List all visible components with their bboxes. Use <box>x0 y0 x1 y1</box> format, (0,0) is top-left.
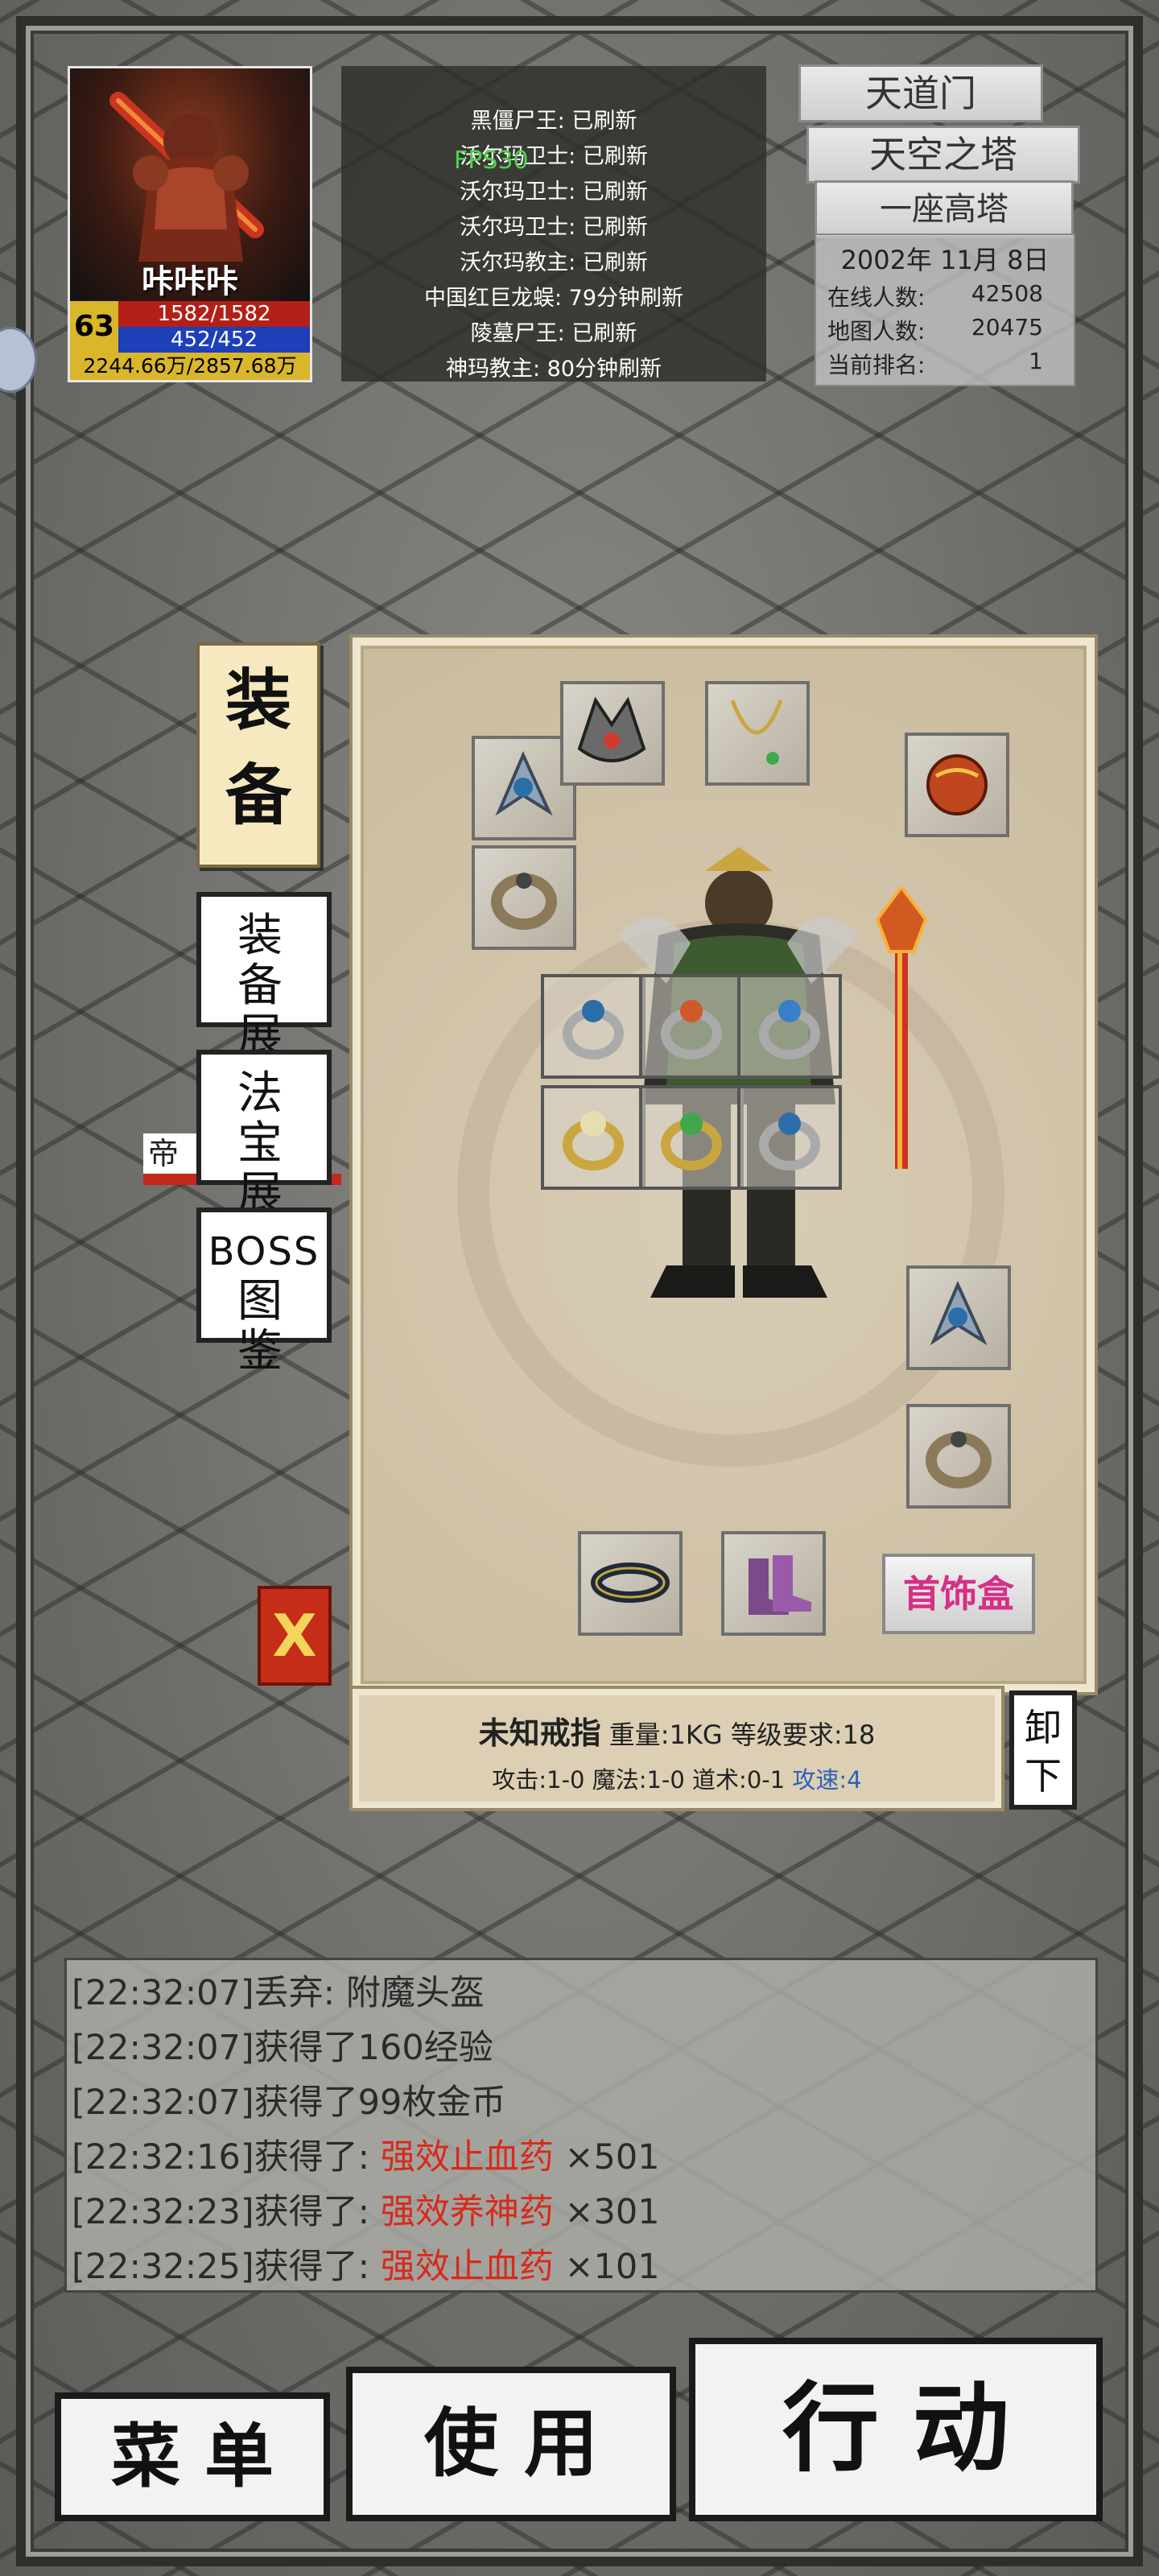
player-stats: 63 1582/1582 452/452 2244.66万/2857.68万 <box>68 301 312 382</box>
left-ring-slot[interactable] <box>472 845 576 950</box>
helmet-slot[interactable] <box>560 681 665 786</box>
exp-bar: 2244.66万/2857.68万 <box>70 353 310 380</box>
jewelry-box-button[interactable]: 首饰盒 <box>882 1554 1035 1634</box>
log-line: [22:32:25]获得了: 强效止血药 ×101 <box>72 2247 660 2287</box>
item-speed: 攻速:4 <box>792 1766 862 1794</box>
rank-value: 1 <box>1029 348 1043 374</box>
fire-sword-icon <box>875 884 928 1169</box>
unequip-label: 下 <box>1025 1754 1062 1798</box>
action-button[interactable]: 行 动 <box>689 2338 1103 2521</box>
ring-icon <box>661 1113 722 1170</box>
boss-status-row: 神玛教主: 80分钟刷新 <box>445 357 662 382</box>
game-date: 2002年 11月 8日 <box>840 245 1050 275</box>
unequip-button[interactable]: 卸 下 <box>1009 1690 1077 1810</box>
ring-icon <box>661 1000 722 1059</box>
helmet-icon <box>577 696 646 762</box>
unequip-label: 卸 <box>1025 1706 1062 1749</box>
boss-status-row: 沃尔玛卫士: 已刷新 <box>460 215 648 240</box>
right-bracelet-slot[interactable] <box>906 1265 1011 1370</box>
item-summary: 未知戒指 重量:1KG 等级要求:18 <box>359 1708 995 1752</box>
log-line: [22:32:16]获得了: 强效止血药 ×501 <box>72 2137 660 2178</box>
boss-status-row: 沃尔玛卫士: 已刷新 <box>460 180 648 204</box>
bracelet-icon <box>495 751 553 816</box>
right-ring-slot[interactable] <box>906 1404 1011 1509</box>
ring-icon <box>759 1113 820 1170</box>
ring-icon <box>563 1111 624 1170</box>
use-button[interactable]: 使 用 <box>346 2367 676 2521</box>
message-log[interactable]: [22:32:07]丢弃: 附魔头盔 [22:32:07]获得了160经验 [2… <box>64 1958 1098 2293</box>
boots-icon <box>749 1555 811 1615</box>
necklace-slot[interactable] <box>705 681 810 786</box>
area-button[interactable]: 天空之塔 <box>806 126 1080 184</box>
orb-icon <box>926 754 988 815</box>
item-stats-line: 攻击:1-0 魔法:1-0 道术:0-1 攻速:4 <box>359 1761 995 1795</box>
online-label: 在线人数: <box>827 284 926 311</box>
equip-rack-label: 装 备 <box>237 910 291 1012</box>
boss-book-label: BOSS <box>208 1229 320 1274</box>
server-info: 2002年 11月 8日 在线人数: 42508 地图人数: 20475 当前排… <box>815 233 1075 386</box>
equip-rack-button[interactable]: 装 备 展 架 <box>196 892 332 1111</box>
boss-book-button[interactable]: BOSS 图 鉴 <box>196 1208 332 1377</box>
map-count-label: 地图人数: <box>827 318 926 345</box>
boss-refresh-panel: 黑僵尸王: 已刷新 沃尔玛卫士: 已刷新 沃尔玛卫士: 已刷新 沃尔玛卫士: 已… <box>341 66 766 382</box>
ring-slot[interactable] <box>737 974 842 1079</box>
boss-status-row: 中国红巨龙蜈: 79分钟刷新 <box>423 286 684 311</box>
boss-status-row: 沃尔玛卫士: 已刷新 <box>460 144 648 169</box>
rank-label: 当前排名: <box>827 352 926 378</box>
player-level: 63 <box>70 301 118 353</box>
player-name: 咔咔咔 <box>142 263 238 300</box>
necklace-icon <box>730 700 783 765</box>
log-line: [22:32:07]丢弃: 附魔头盔 <box>72 1973 485 2013</box>
player-portrait[interactable]: 咔咔咔 <box>68 66 312 306</box>
close-button[interactable]: X <box>258 1586 332 1686</box>
log-line: [22:32:23]获得了: 强效养神药 ×301 <box>72 2192 660 2232</box>
belt-icon <box>591 1563 670 1603</box>
log-line: [22:32:07]获得了99枚金币 <box>72 2083 506 2123</box>
boss-status-row: 陵墓尸王: 已刷新 <box>470 321 637 346</box>
item-stats: 攻击:1-0 魔法:1-0 道术:0-1 <box>492 1766 786 1794</box>
ring-slot[interactable] <box>541 1085 645 1190</box>
ring-slot[interactable] <box>639 974 744 1079</box>
gem-slot[interactable] <box>905 733 1009 837</box>
ring-slot[interactable] <box>639 1085 744 1190</box>
equip-tab-label: 备 <box>225 758 291 834</box>
item-level-req: 等级要求:18 <box>730 1719 876 1750</box>
mp-bar: 452/452 <box>118 327 310 353</box>
map-count-value: 20475 <box>971 314 1043 341</box>
boss-status-row: 沃尔玛教主: 已刷新 <box>460 250 648 275</box>
ring-icon <box>759 1000 820 1059</box>
ring-icon <box>491 873 557 930</box>
equip-tab-label: 装 <box>225 663 291 739</box>
treasure-rack-button[interactable]: 法 宝 展 架 <box>196 1050 332 1269</box>
ring-icon <box>926 1431 992 1488</box>
boss-book-label: 图 鉴 <box>237 1275 291 1377</box>
map-button[interactable]: 一座高塔 <box>815 180 1074 238</box>
ring-slot[interactable] <box>541 974 645 1079</box>
online-value: 42508 <box>971 280 1043 307</box>
boss-status-row: 黑僵尸王: 已刷新 <box>470 109 637 134</box>
log-line: [22:32:07]获得了160经验 <box>72 2028 493 2068</box>
bracelet-icon <box>930 1281 988 1346</box>
ring-slot[interactable] <box>737 1085 842 1190</box>
belt-slot[interactable] <box>578 1531 683 1636</box>
menu-button[interactable]: 菜 单 <box>55 2392 330 2521</box>
equipment-panel: 首饰盒 <box>353 638 1095 1692</box>
item-weight: 重量:1KG <box>608 1719 723 1750</box>
item-info-panel: 未知戒指 重量:1KG 等级要求:18 攻击:1-0 魔法:1-0 道术:0-1… <box>353 1689 1001 1808</box>
hp-bar: 1582/1582 <box>118 301 310 327</box>
weapon-slot[interactable] <box>869 884 934 1177</box>
item-name: 未知戒指 <box>478 1715 601 1751</box>
boots-slot[interactable] <box>721 1531 826 1636</box>
ring-icon <box>563 1000 624 1059</box>
sect-button[interactable]: 天道门 <box>798 64 1043 122</box>
equip-tab[interactable]: 装 备 <box>196 642 320 868</box>
fps-counter: FPS30 <box>454 147 529 175</box>
treasure-rack-label: 法 宝 <box>237 1067 291 1170</box>
